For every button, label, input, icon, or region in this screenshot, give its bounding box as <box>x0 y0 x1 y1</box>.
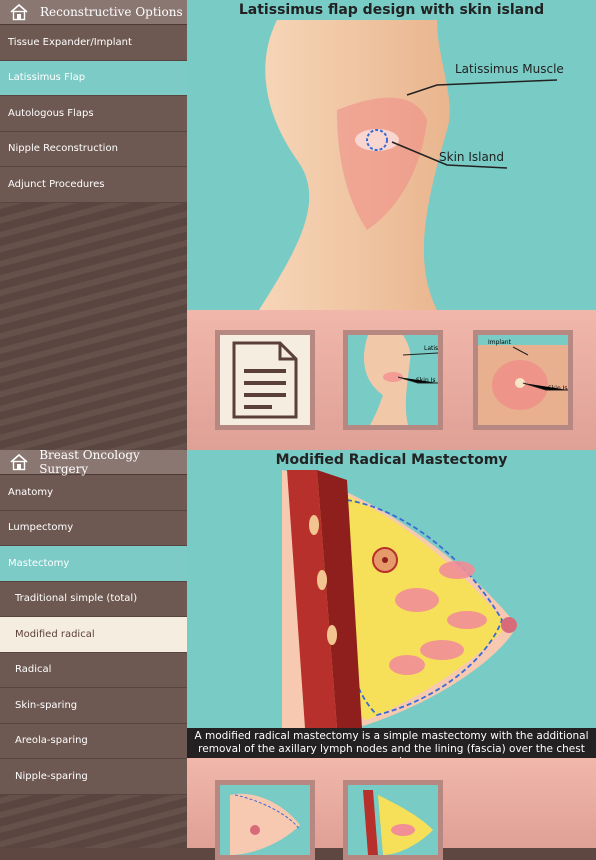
reconstructive-item-label: Adjunct Procedures <box>8 178 105 190</box>
reconstructive-item[interactable]: Latissimus Flap <box>0 60 187 96</box>
oncology-sidebar: Breast Oncology Surgery Anatomy Lumpectom… <box>0 448 187 848</box>
oncology-header[interactable]: Breast Oncology Surgery <box>0 448 187 476</box>
oncology-item[interactable]: Lumpectomy <box>0 510 187 546</box>
oncology-item[interactable]: Areola-sparing <box>0 723 187 759</box>
oncology-item-label: Radical <box>15 664 52 676</box>
document-icon <box>232 341 298 419</box>
skin-island-label: Skin Island <box>439 150 505 164</box>
latissimus-illustration <box>259 20 558 310</box>
thumb-skin2-label: Skin Is <box>548 385 568 392</box>
reconstructive-item-label: Tissue Expander/Implant <box>8 36 132 48</box>
mastectomy-illustration-panel: Modified Radical Mastectomy <box>187 450 596 728</box>
reconstructive-item-label: Autologous Flaps <box>8 107 94 119</box>
reconstructive-item-label: Latissimus Flap <box>8 72 86 84</box>
oncology-item-label: Lumpectomy <box>8 522 74 534</box>
oncology-item-label: Modified radical <box>15 628 95 640</box>
reconstructive-item[interactable]: Autologous Flaps <box>0 96 187 132</box>
reconstructive-item[interactable]: Adjunct Procedures <box>0 167 187 203</box>
reconstructive-header[interactable]: Reconstructive Options <box>0 0 187 25</box>
thumb-implant-label: Implant <box>488 339 511 346</box>
reconstructive-item[interactable]: Tissue Expander/Implant <box>0 25 187 61</box>
mastectomy-illustration <box>282 470 517 728</box>
oncology-item-label: Skin-sparing <box>15 699 78 711</box>
oncology-item-label: Nipple-sparing <box>15 770 88 782</box>
oncology-item[interactable]: Radical <box>0 652 187 688</box>
oncology-item-label: Mastectomy <box>8 557 70 569</box>
oncology-item[interactable]: Traditional simple (total) <box>0 581 187 617</box>
home-icon[interactable] <box>8 3 30 21</box>
latissimus-muscle-label: Latissimus Muscle <box>455 62 564 76</box>
oncology-item[interactable]: Modified radical <box>0 617 187 653</box>
reconstructive-sidebar: Reconstructive Options Tissue Expander/I… <box>0 0 187 450</box>
mastectomy-thumbnail-strip <box>187 758 596 860</box>
home-icon[interactable] <box>8 453 29 471</box>
oncology-item[interactable]: Mastectomy <box>0 546 187 582</box>
mastectomy-thumbnail-1[interactable] <box>215 780 315 860</box>
oncology-item-label: Areola-sparing <box>15 735 88 747</box>
reconstructive-header-label: Reconstructive Options <box>40 5 183 19</box>
oncology-item[interactable]: Nipple-sparing <box>0 759 187 795</box>
oncology-item-label: Traditional simple (total) <box>15 593 138 605</box>
oncology-header-label: Breast Oncology Surgery <box>39 448 140 476</box>
latissimus-illustration-panel: Latissimus flap design with skin island … <box>187 0 596 310</box>
oncology-item[interactable]: Skin-sparing <box>0 688 187 724</box>
thumb-skin-label: Skin Is <box>416 377 436 384</box>
latissimus-thumbnail[interactable]: Latis Skin Is <box>343 330 443 430</box>
reconstructive-item[interactable]: Nipple Reconstruction <box>0 131 187 167</box>
caption-line-1: A modified radical mastectomy is a simpl… <box>194 730 589 742</box>
oncology-item-label: Anatomy <box>8 486 54 498</box>
document-thumbnail[interactable] <box>215 330 315 430</box>
mastectomy-caption: A modified radical mastectomy is a simpl… <box>187 728 596 768</box>
mastectomy-thumbnail-2[interactable] <box>343 780 443 860</box>
implant-thumbnail[interactable]: Implant Skin Is <box>473 330 573 430</box>
thumbnail-strip: Latis Skin Is Implant Skin Is <box>187 310 596 450</box>
reconstructive-item-label: Nipple Reconstruction <box>8 143 118 155</box>
oncology-item[interactable]: Anatomy <box>0 475 187 511</box>
thumb-latis-label: Latis <box>424 345 439 352</box>
